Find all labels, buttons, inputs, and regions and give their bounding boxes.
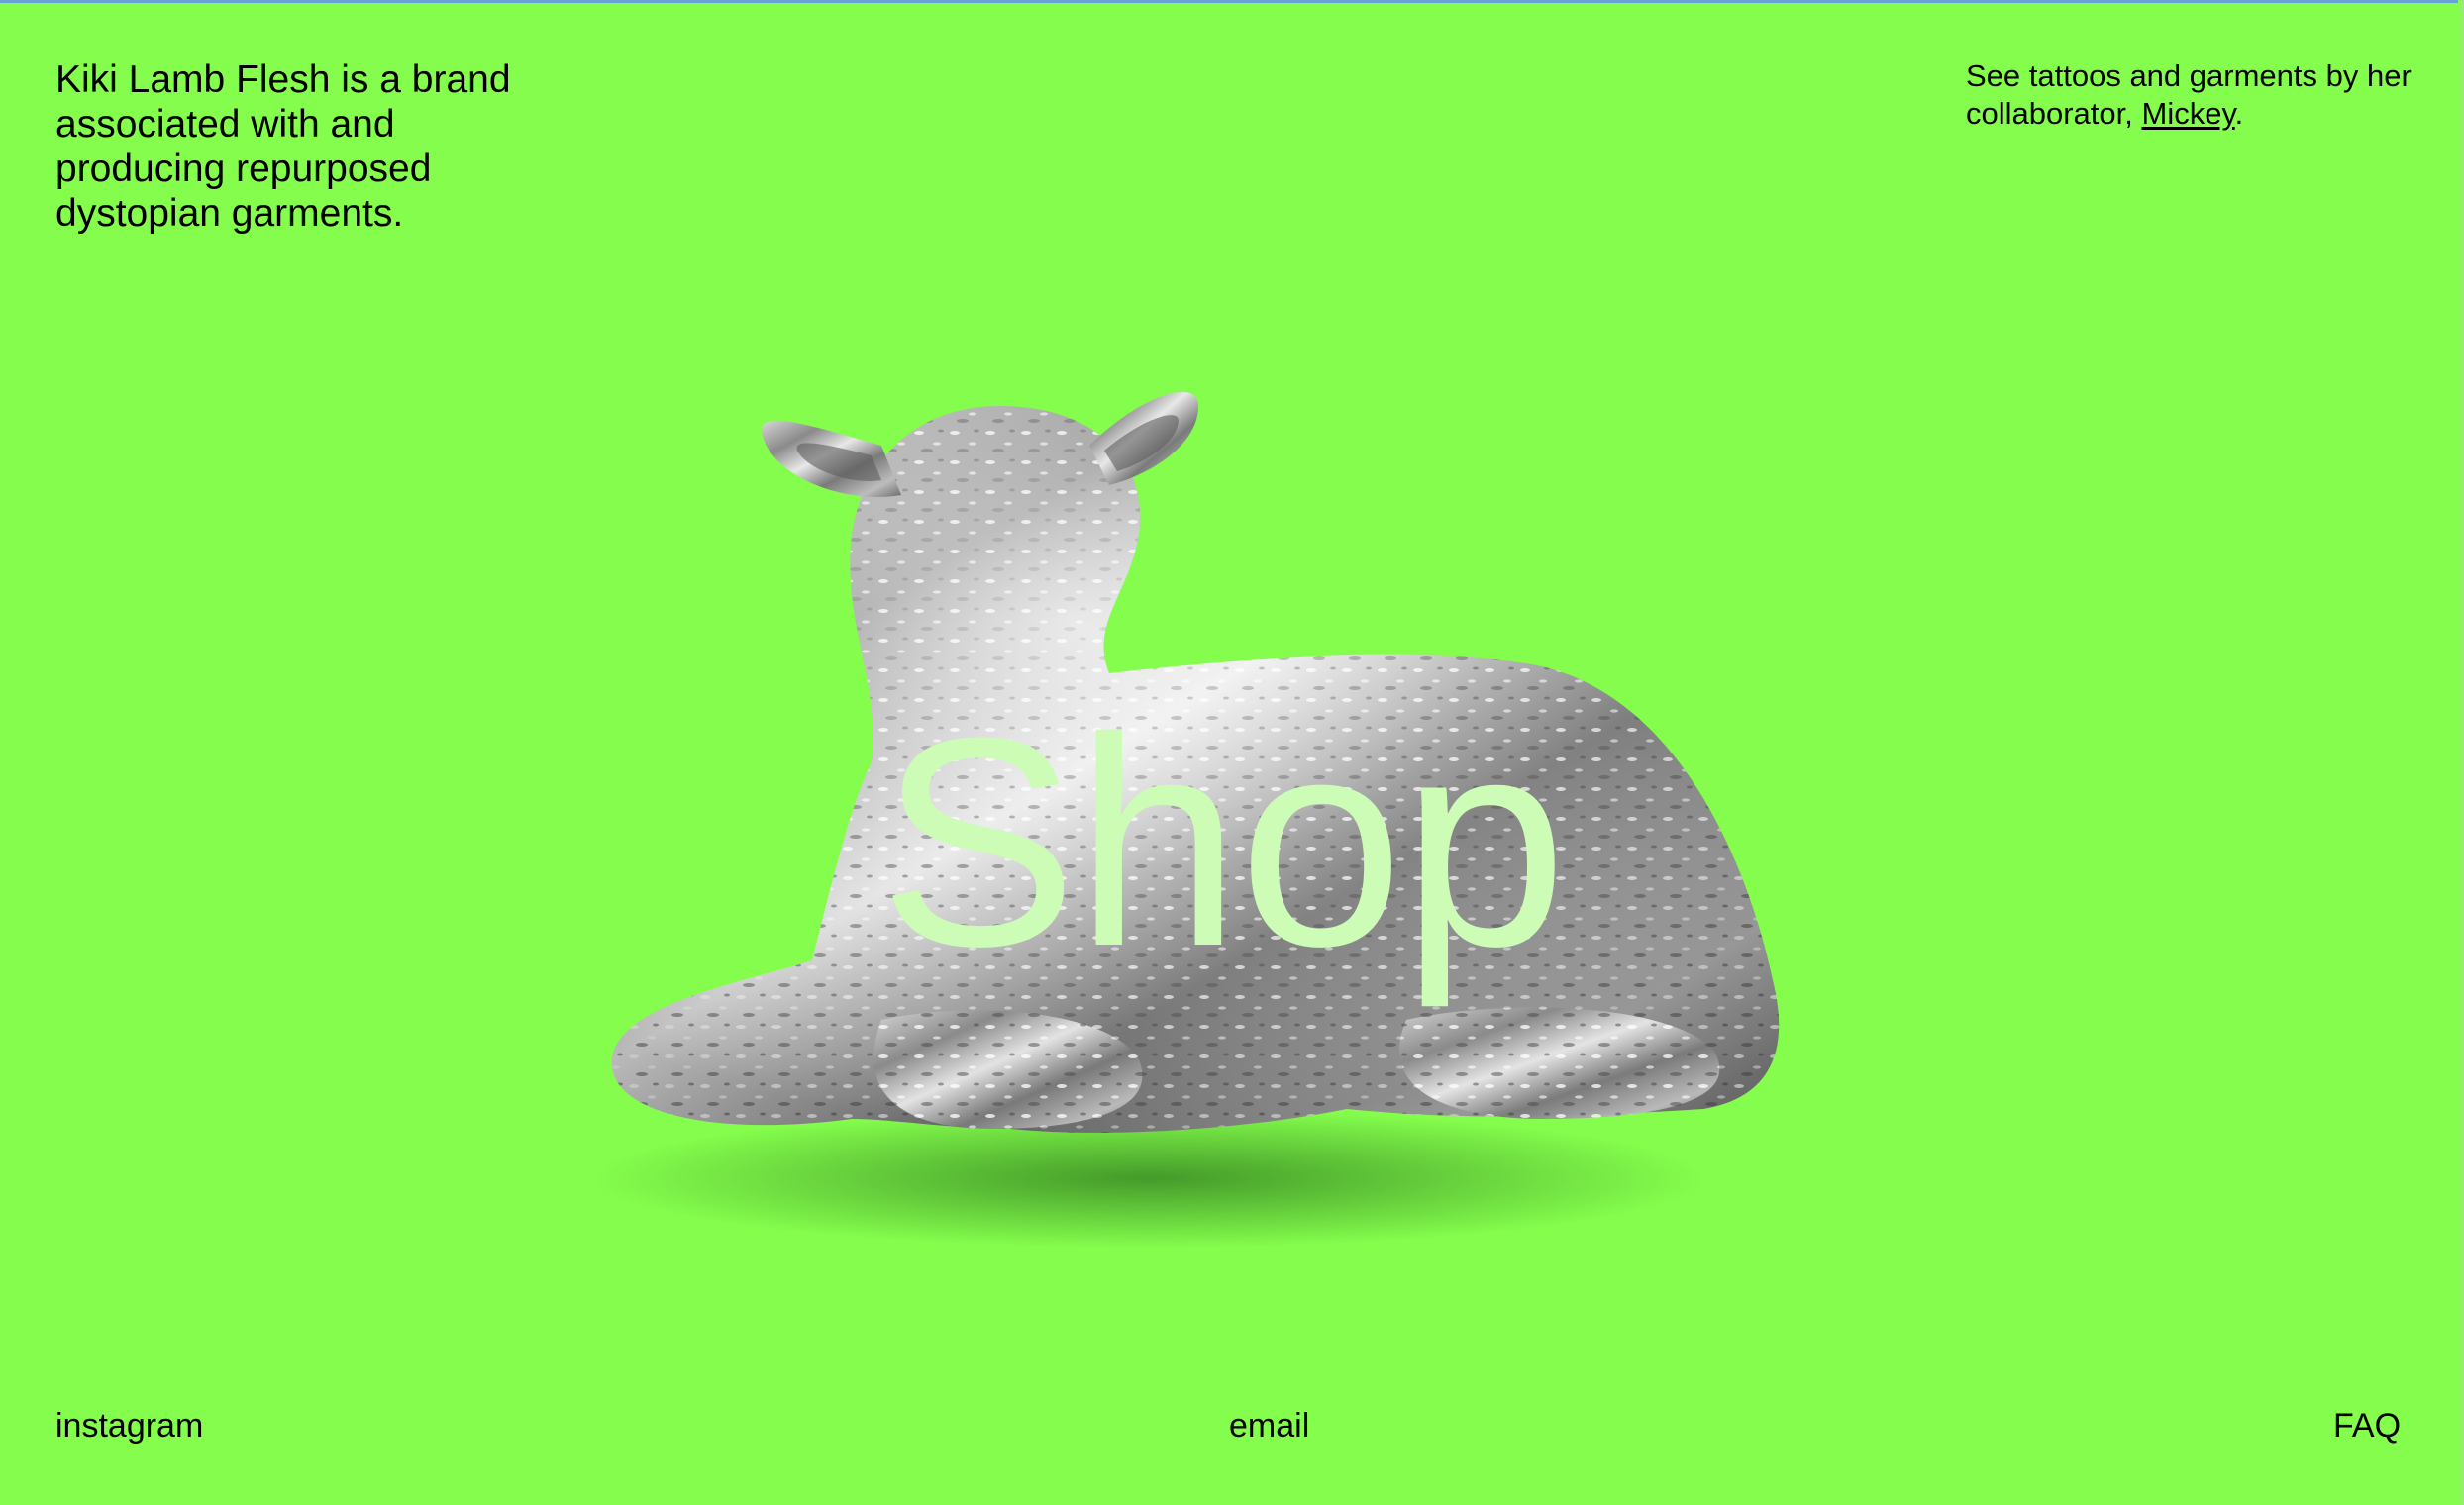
brand-intro-text: Kiki Lamb Flesh is a brand associated wi… (55, 58, 511, 235)
instagram-link[interactable]: instagram (55, 1406, 203, 1446)
shop-link[interactable]: Shop (0, 683, 2464, 1000)
window-top-border (0, 0, 2464, 3)
shop-label: Shop (878, 675, 1568, 1008)
collaborator-note: See tattoos and garments by her collabor… (1966, 57, 2431, 133)
mickey-link[interactable]: Mickey (2142, 96, 2235, 131)
collaborator-suffix: . (2234, 96, 2244, 131)
email-link[interactable]: email (1229, 1406, 1309, 1446)
faq-link[interactable]: FAQ (2333, 1406, 2401, 1446)
